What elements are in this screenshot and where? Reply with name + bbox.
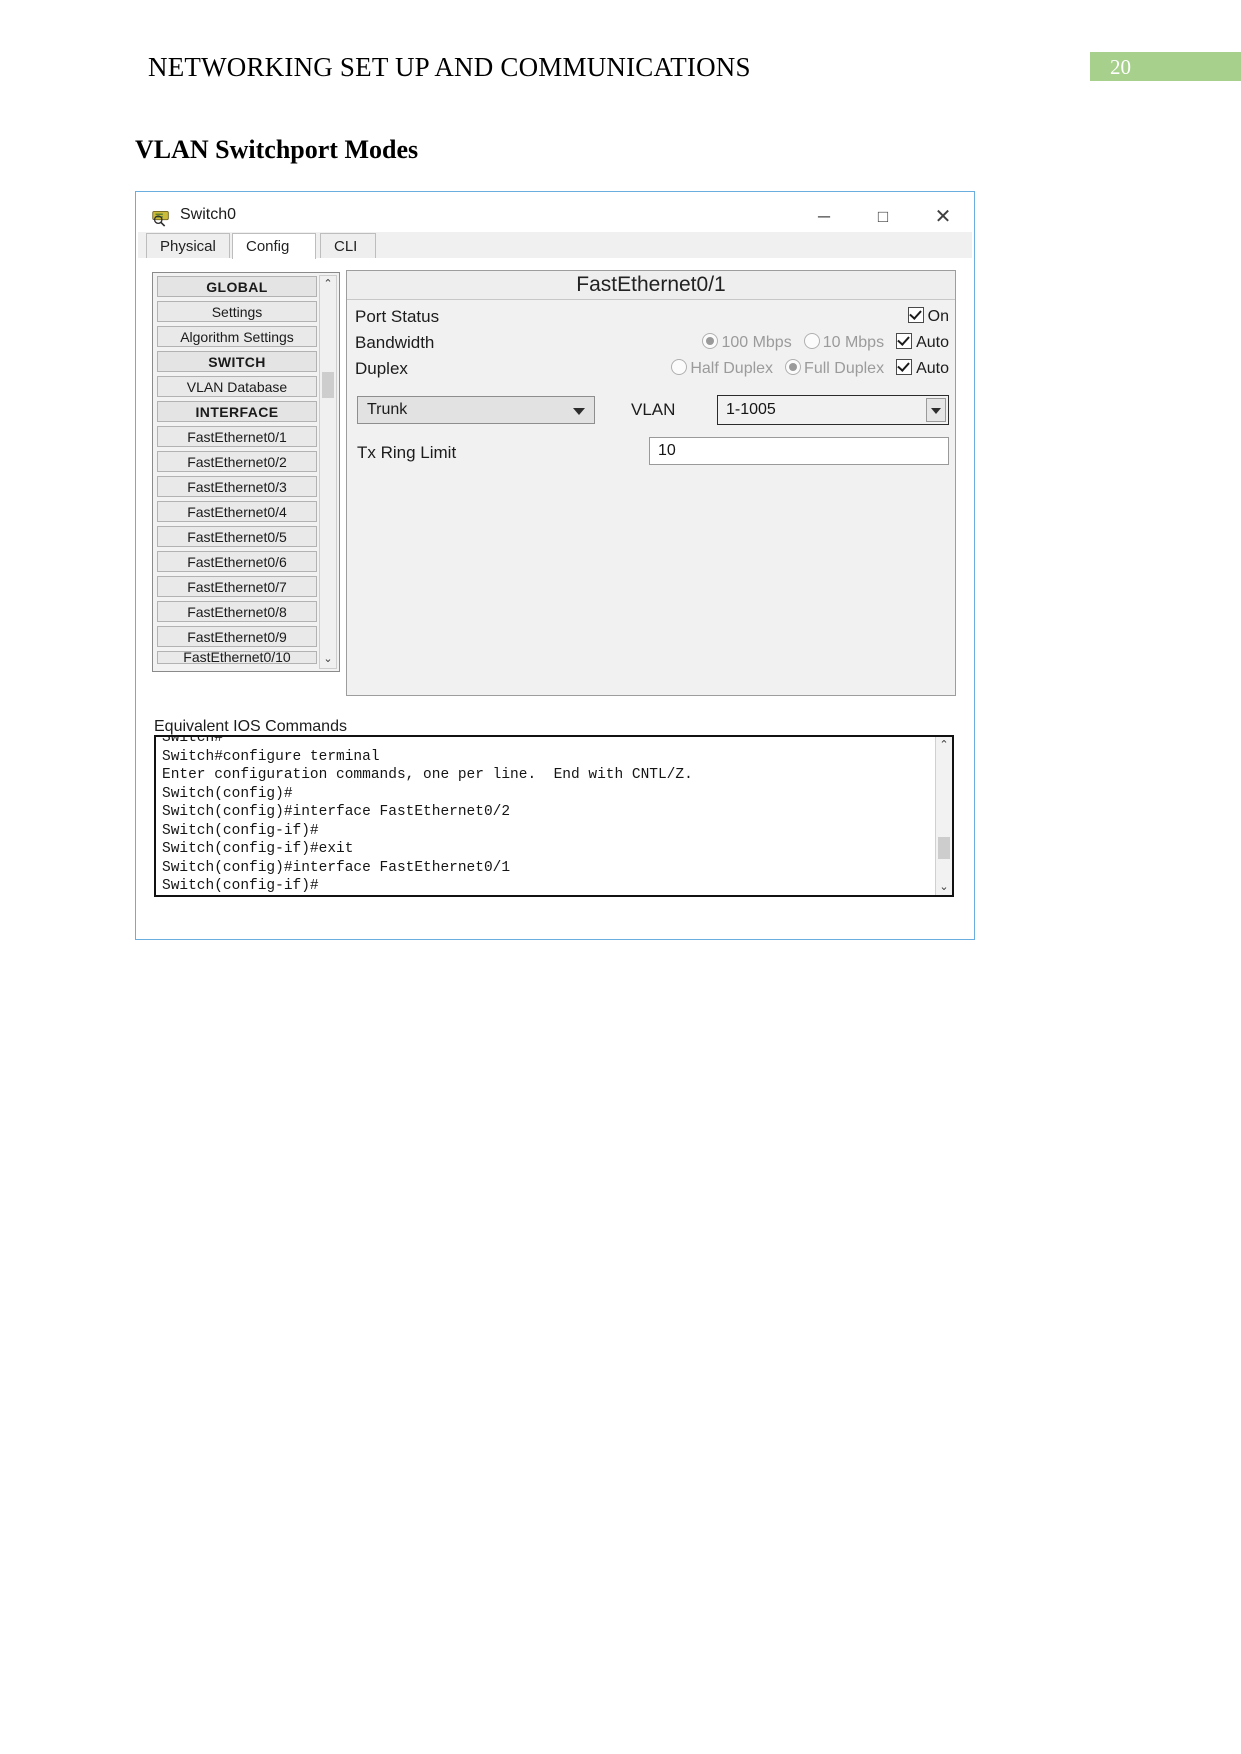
page-number: 20 (1110, 55, 1131, 79)
port-status-on-label: On (927, 308, 949, 325)
sidebar-group-global: GLOBAL (157, 276, 317, 297)
sidebar-item-fastethernet0-2[interactable]: FastEthernet0/2 (157, 451, 317, 472)
sidebar-item-fastethernet0-4[interactable]: FastEthernet0/4 (157, 501, 317, 522)
duplex-auto-label: Auto (916, 360, 949, 377)
vlan-label: VLAN (631, 400, 676, 419)
bandwidth-auto-checkbox[interactable] (896, 333, 913, 349)
ios-console-scrollbar[interactable]: ⌃ ⌄ (935, 737, 952, 895)
port-status-checkbox[interactable] (907, 307, 924, 323)
interface-panel-title: FastEthernet0/1 (347, 271, 955, 300)
chevron-down-icon (573, 408, 585, 415)
tx-ring-limit-input[interactable]: 10 (649, 437, 949, 465)
ios-scroll-thumb[interactable] (938, 837, 950, 859)
sidebar-item-fastethernet0-5[interactable]: FastEthernet0/5 (157, 526, 317, 547)
document-header: NETWORKING SET UP AND COMMUNICATIONS 20 (0, 0, 1241, 110)
equivalent-ios-commands-label: Equivalent IOS Commands (154, 718, 347, 735)
tab-cli[interactable]: CLI (320, 233, 376, 258)
interface-config-panel: FastEthernet0/1 Port Status On Bandwidth… (346, 270, 956, 696)
sidebar-item-settings[interactable]: Settings (157, 301, 317, 322)
duplex-label: Duplex (355, 359, 408, 378)
tab-strip: Physical Config CLI (138, 232, 972, 259)
ios-command-output: Switch# Switch#configure terminal Enter … (162, 735, 693, 894)
sidebar-scrollbar[interactable]: ⌃ ⌄ (319, 275, 337, 669)
config-category-panel: GLOBAL Settings Algorithm Settings SWITC… (152, 272, 340, 672)
switchport-mode-dropdown[interactable]: Trunk (357, 396, 595, 424)
sidebar-item-fastethernet0-9[interactable]: FastEthernet0/9 (157, 626, 317, 647)
tab-physical[interactable]: Physical (146, 233, 230, 258)
sidebar-scroll-thumb[interactable] (322, 372, 334, 398)
sidebar-group-switch: SWITCH (157, 351, 317, 372)
port-status-controls: On (907, 307, 949, 326)
sidebar-item-fastethernet0-6[interactable]: FastEthernet0/6 (157, 551, 317, 572)
scroll-down-icon[interactable]: ⌄ (320, 651, 336, 668)
page-title: VLAN Switchport Modes (135, 135, 419, 164)
bandwidth-100mbps-label: 100 Mbps (721, 334, 792, 351)
sidebar-item-fastethernet0-3[interactable]: FastEthernet0/3 (157, 476, 317, 497)
page-number-badge: 20 (1090, 52, 1241, 81)
switch-device-icon (152, 210, 169, 227)
bandwidth-auto-label: Auto (916, 334, 949, 351)
packet-tracer-device-window: Switch0 ─ □ ✕ Physical Config CLI GLOBAL… (138, 194, 972, 937)
full-duplex-label: Full Duplex (804, 360, 885, 377)
bandwidth-controls: 100 Mbps 10 Mbps Auto (702, 333, 949, 352)
sidebar-item-algorithm-settings[interactable]: Algorithm Settings (157, 326, 317, 347)
embedded-screenshot-frame: Switch0 ─ □ ✕ Physical Config CLI GLOBAL… (135, 191, 975, 940)
config-content-area: GLOBAL Settings Algorithm Settings SWITC… (138, 258, 972, 937)
bandwidth-10mbps-label: 10 Mbps (822, 334, 885, 351)
ios-scroll-down-icon[interactable]: ⌄ (936, 879, 952, 895)
sidebar-item-fastethernet0-10[interactable]: FastEthernet0/10 (157, 651, 317, 664)
switchport-mode-value: Trunk (367, 401, 408, 418)
port-status-label: Port Status (355, 307, 440, 326)
bandwidth-label: Bandwidth (355, 333, 435, 352)
half-duplex-radio[interactable] (671, 359, 688, 375)
vlan-dropdown-arrow-icon[interactable] (926, 398, 946, 422)
tx-ring-limit-label: Tx Ring Limit (357, 443, 457, 462)
duplex-auto-checkbox[interactable] (896, 359, 913, 375)
half-duplex-label: Half Duplex (690, 360, 774, 377)
vlan-value: 1-1005 (726, 401, 776, 418)
vlan-input[interactable]: 1-1005 (717, 395, 949, 425)
ios-scroll-up-icon[interactable]: ⌃ (936, 737, 952, 753)
window-title: Switch0 (180, 206, 237, 223)
config-category-list: GLOBAL Settings Algorithm Settings SWITC… (157, 276, 317, 668)
bandwidth-100mbps-radio[interactable] (702, 333, 719, 349)
sidebar-item-fastethernet0-1[interactable]: FastEthernet0/1 (157, 426, 317, 447)
document-header-title: NETWORKING SET UP AND COMMUNICATIONS (148, 52, 751, 82)
bandwidth-10mbps-radio[interactable] (803, 333, 820, 349)
duplex-controls: Half Duplex Full Duplex Auto (671, 359, 949, 378)
tx-ring-limit-value: 10 (658, 442, 676, 459)
sidebar-item-fastethernet0-7[interactable]: FastEthernet0/7 (157, 576, 317, 597)
full-duplex-radio[interactable] (785, 359, 802, 375)
sidebar-group-interface: INTERFACE (157, 401, 317, 422)
scroll-up-icon[interactable]: ⌃ (320, 276, 336, 293)
equivalent-ios-commands-console[interactable]: Switch# Switch#configure terminal Enter … (154, 735, 954, 897)
sidebar-item-vlan-database[interactable]: VLAN Database (157, 376, 317, 397)
sidebar-item-fastethernet0-8[interactable]: FastEthernet0/8 (157, 601, 317, 622)
tab-config[interactable]: Config (232, 233, 316, 259)
